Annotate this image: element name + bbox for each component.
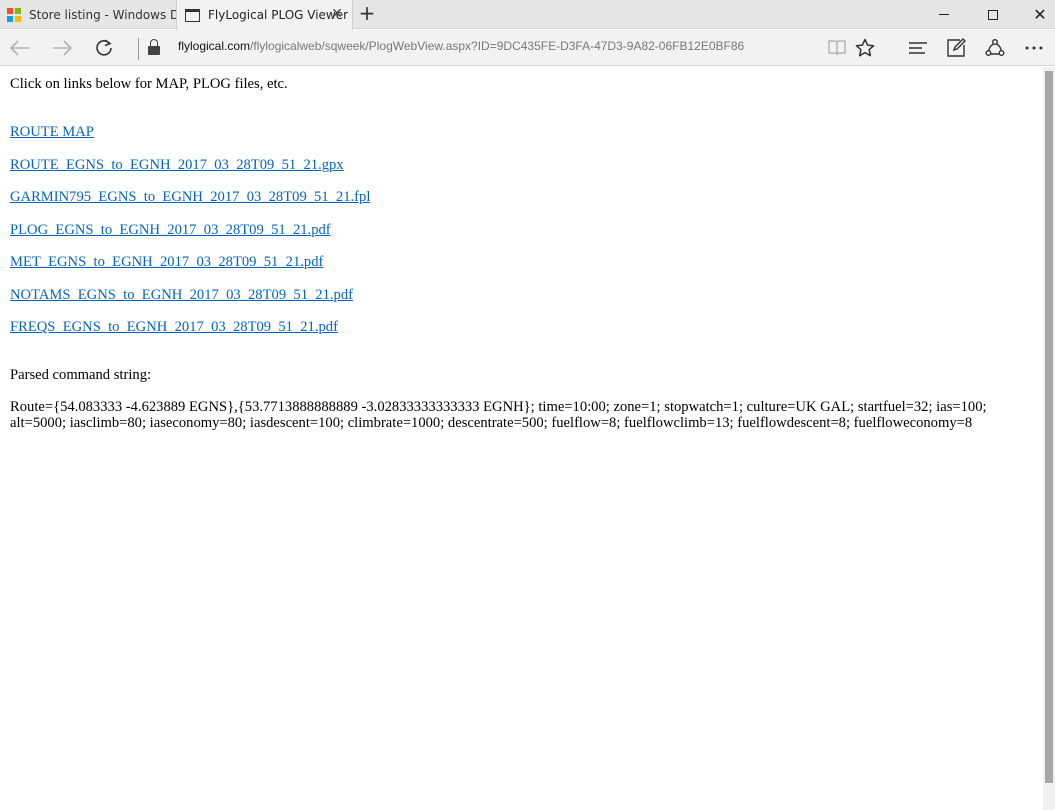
close-tab-icon[interactable]: ✕ [330, 7, 344, 21]
forward-button[interactable] [46, 33, 78, 63]
star-icon [855, 38, 875, 57]
close-window-button[interactable]: ✕ [1017, 0, 1055, 29]
notams-pdf-link[interactable]: NOTAMS_EGNS_to_EGNH_2017_03_28T09_51_21.… [10, 287, 370, 320]
book-icon [828, 40, 846, 56]
tab-strip: Store listing - Windows Dev FlyLogical P… [0, 0, 1055, 30]
parsed-command-heading: Parsed command string: [10, 367, 152, 383]
minimize-icon [939, 14, 949, 15]
page-icon [185, 8, 200, 22]
more-button[interactable] [1018, 33, 1050, 63]
minimize-button[interactable] [921, 0, 967, 29]
forward-arrow-icon [53, 40, 72, 56]
garmin-fpl-link[interactable]: GARMIN795_EGNS_to_EGNH_2017_03_28T09_51_… [10, 189, 370, 222]
route-map-link[interactable]: ROUTE MAP [10, 124, 370, 157]
share-icon [985, 39, 1005, 56]
web-note-button[interactable] [940, 33, 972, 63]
url-host: flylogical.com [178, 39, 251, 53]
maximize-button[interactable] [970, 0, 1016, 29]
tab-plog-viewer[interactable]: FlyLogical PLOG Viewer ✕ [176, 0, 353, 30]
close-icon: ✕ [1033, 4, 1047, 24]
tab-store-listing[interactable]: Store listing - Windows Dev [0, 0, 176, 29]
more-dots-icon [1025, 46, 1043, 50]
maximize-icon [988, 9, 998, 20]
back-button[interactable] [4, 33, 36, 63]
gpx-file-link[interactable]: ROUTE_EGNS_to_EGNH_2017_03_28T09_51_21.g… [10, 157, 370, 190]
hub-lines-icon [909, 42, 927, 54]
scrollbar-thumb[interactable] [1045, 71, 1053, 783]
plog-pdf-link[interactable]: PLOG_EGNS_to_EGNH_2017_03_28T09_51_21.pd… [10, 222, 370, 255]
separator [138, 38, 139, 60]
new-tab-button[interactable]: + [357, 3, 377, 24]
met-pdf-link[interactable]: MET_EGNS_to_EGNH_2017_03_28T09_51_21.pdf [10, 254, 370, 287]
share-button[interactable] [979, 33, 1011, 63]
file-links-list: ROUTE MAP ROUTE_EGNS_to_EGNH_2017_03_28T… [10, 124, 370, 352]
favorites-button[interactable] [849, 33, 881, 63]
tab-title: FlyLogical PLOG Viewer [208, 8, 349, 22]
back-arrow-icon [10, 40, 29, 56]
url-path: /flylogicalweb/sqweek/PlogWebView.aspx?I… [250, 39, 745, 53]
navigation-bar: flylogical.com/flylogicalweb/sqweek/Plog… [0, 30, 1055, 66]
lock-icon[interactable] [147, 39, 161, 55]
refresh-icon [96, 39, 112, 56]
web-page: Click on links below for MAP, PLOG files… [0, 67, 1043, 810]
hub-button[interactable] [902, 33, 934, 63]
pen-square-icon [947, 38, 966, 57]
address-field[interactable]: flylogical.com/flylogicalweb/sqweek/Plog… [178, 39, 744, 53]
refresh-button[interactable] [88, 33, 120, 63]
tab-title: Store listing - Windows Dev [29, 7, 176, 22]
freqs-pdf-link[interactable]: FREQS_EGNS_to_EGNH_2017_03_28T09_51_21.p… [10, 319, 370, 352]
microsoft-logo-icon [7, 7, 21, 22]
parsed-command-text: Route={54.083333 -4.623889 EGNS},{53.771… [10, 399, 987, 431]
intro-text: Click on links below for MAP, PLOG files… [10, 76, 288, 92]
vertical-scrollbar[interactable] [1043, 67, 1055, 810]
